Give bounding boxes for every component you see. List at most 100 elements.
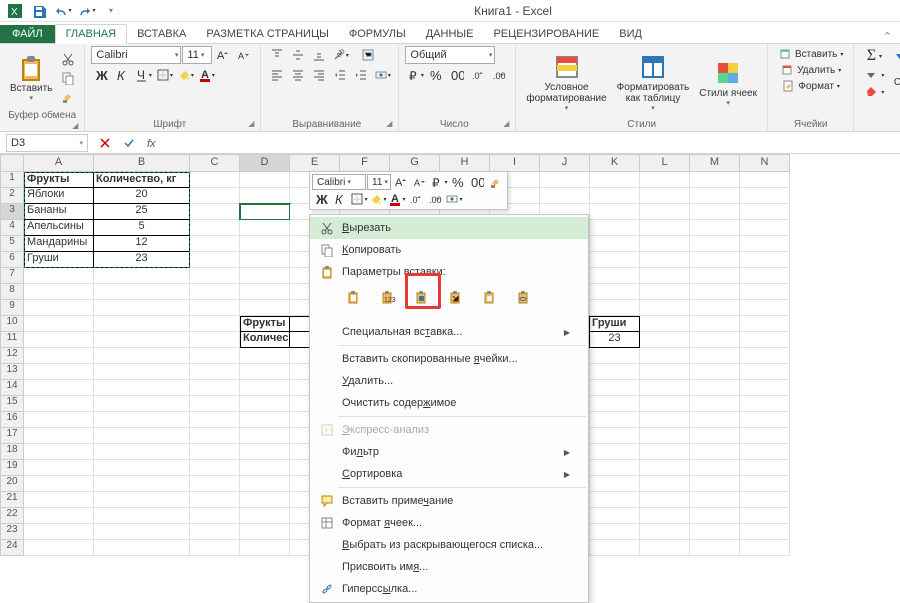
cell-L24[interactable]	[640, 540, 690, 556]
decrease-font-button[interactable]	[234, 46, 254, 64]
italic-button[interactable]	[112, 66, 132, 84]
number-format-combo[interactable]: Общий▾	[405, 46, 495, 64]
cell-B2[interactable]: 20	[94, 188, 190, 204]
cell-C8[interactable]	[190, 284, 240, 300]
row-header-6[interactable]: 6	[0, 252, 24, 268]
cell-K4[interactable]	[590, 220, 640, 236]
cell-B19[interactable]	[94, 460, 190, 476]
ctx-insert-comment[interactable]: Вставить примечаниеВставить примечание	[310, 490, 588, 512]
cell-N12[interactable]	[740, 348, 790, 364]
row-header-20[interactable]: 20	[0, 476, 24, 492]
cell-D12[interactable]	[240, 348, 290, 364]
cell-A8[interactable]	[24, 284, 94, 300]
redo-button[interactable]: ▾	[76, 1, 98, 21]
insert-cells-button[interactable]: Вставить▾	[774, 46, 847, 62]
row-header-2[interactable]: 2	[0, 188, 24, 204]
cell-D9[interactable]	[240, 300, 290, 316]
row-header-18[interactable]: 18	[0, 444, 24, 460]
cell-K21[interactable]	[590, 492, 640, 508]
cell-M19[interactable]	[690, 460, 740, 476]
cell-D20[interactable]	[240, 476, 290, 492]
wrap-text-button[interactable]	[358, 46, 378, 64]
cell-M7[interactable]	[690, 268, 740, 284]
cell-D19[interactable]	[240, 460, 290, 476]
tab-insert[interactable]: ВСТАВКА	[127, 25, 196, 43]
cell-B4[interactable]: 5	[94, 220, 190, 236]
cell-B17[interactable]	[94, 428, 190, 444]
align-right-button[interactable]	[309, 66, 329, 84]
cell-C1[interactable]	[190, 172, 240, 188]
excel-icon[interactable]: X	[4, 1, 26, 21]
cell-K17[interactable]	[590, 428, 640, 444]
row-header-4[interactable]: 4	[0, 220, 24, 236]
cell-N8[interactable]	[740, 284, 790, 300]
cell-N2[interactable]	[740, 188, 790, 204]
cell-M18[interactable]	[690, 444, 740, 460]
cell-N9[interactable]	[740, 300, 790, 316]
cell-K19[interactable]	[590, 460, 640, 476]
cell-C16[interactable]	[190, 412, 240, 428]
cell-K13[interactable]	[590, 364, 640, 380]
cell-N20[interactable]	[740, 476, 790, 492]
align-center-button[interactable]	[288, 66, 308, 84]
cell-L15[interactable]	[640, 396, 690, 412]
font-size-combo[interactable]: 11▾	[182, 46, 212, 64]
cell-N3[interactable]	[740, 204, 790, 220]
cell-C15[interactable]	[190, 396, 240, 412]
increase-decimal-button[interactable]	[468, 66, 488, 84]
cell-K2[interactable]	[590, 188, 640, 204]
tab-file[interactable]: ФАЙЛ	[0, 25, 55, 43]
cancel-formula-button[interactable]	[92, 133, 116, 153]
cell-A18[interactable]	[24, 444, 94, 460]
col-header-C[interactable]: C	[190, 154, 240, 172]
insert-function-button[interactable]	[140, 133, 164, 153]
col-header-E[interactable]: E	[290, 154, 340, 172]
cell-C10[interactable]	[190, 316, 240, 332]
font-color-button[interactable]: ▾	[196, 66, 216, 84]
cell-A3[interactable]: Бананы	[24, 204, 94, 220]
mini-comma[interactable]	[468, 174, 486, 190]
cell-B5[interactable]: 12	[94, 236, 190, 252]
row-header-9[interactable]: 9	[0, 300, 24, 316]
cell-M3[interactable]	[690, 204, 740, 220]
cell-N16[interactable]	[740, 412, 790, 428]
col-header-H[interactable]: H	[440, 154, 490, 172]
cell-K6[interactable]	[590, 252, 640, 268]
row-header-5[interactable]: 5	[0, 236, 24, 252]
paste-values[interactable]	[376, 287, 406, 315]
cell-C2[interactable]	[190, 188, 240, 204]
ctx-clear[interactable]: Очистить содержимоеОчистить содержимое	[310, 392, 588, 414]
conditional-formatting-button[interactable]: Условное форматирование▾	[522, 51, 610, 114]
cell-C17[interactable]	[190, 428, 240, 444]
decrease-decimal-button[interactable]	[489, 66, 509, 84]
cell-L9[interactable]	[640, 300, 690, 316]
cell-K3[interactable]	[590, 204, 640, 220]
cell-C24[interactable]	[190, 540, 240, 556]
mini-dec-font[interactable]	[411, 174, 429, 190]
col-header-I[interactable]: I	[490, 154, 540, 172]
qat-customize[interactable]: ▾	[100, 1, 122, 21]
cut-button[interactable]	[58, 50, 78, 68]
cell-A5[interactable]: Мандарины	[24, 236, 94, 252]
cell-M15[interactable]	[690, 396, 740, 412]
cell-M13[interactable]	[690, 364, 740, 380]
cell-N21[interactable]	[740, 492, 790, 508]
cell-C13[interactable]	[190, 364, 240, 380]
cell-B7[interactable]	[94, 268, 190, 284]
cell-M2[interactable]	[690, 188, 740, 204]
cell-K20[interactable]	[590, 476, 640, 492]
col-header-M[interactable]: M	[690, 154, 740, 172]
percent-button[interactable]	[426, 66, 446, 84]
cell-B13[interactable]	[94, 364, 190, 380]
cell-B18[interactable]	[94, 444, 190, 460]
paste-all[interactable]	[342, 287, 372, 315]
align-bottom-button[interactable]	[309, 46, 329, 64]
tab-review[interactable]: РЕЦЕНЗИРОВАНИЕ	[483, 25, 609, 43]
cell-B10[interactable]	[94, 316, 190, 332]
cell-K5[interactable]	[590, 236, 640, 252]
cell-D18[interactable]	[240, 444, 290, 460]
mini-currency[interactable]: ▾	[430, 174, 448, 190]
cell-K24[interactable]	[590, 540, 640, 556]
paste-link[interactable]	[512, 287, 542, 315]
ctx-filter[interactable]: ФильтрФильтр▶	[310, 441, 588, 463]
